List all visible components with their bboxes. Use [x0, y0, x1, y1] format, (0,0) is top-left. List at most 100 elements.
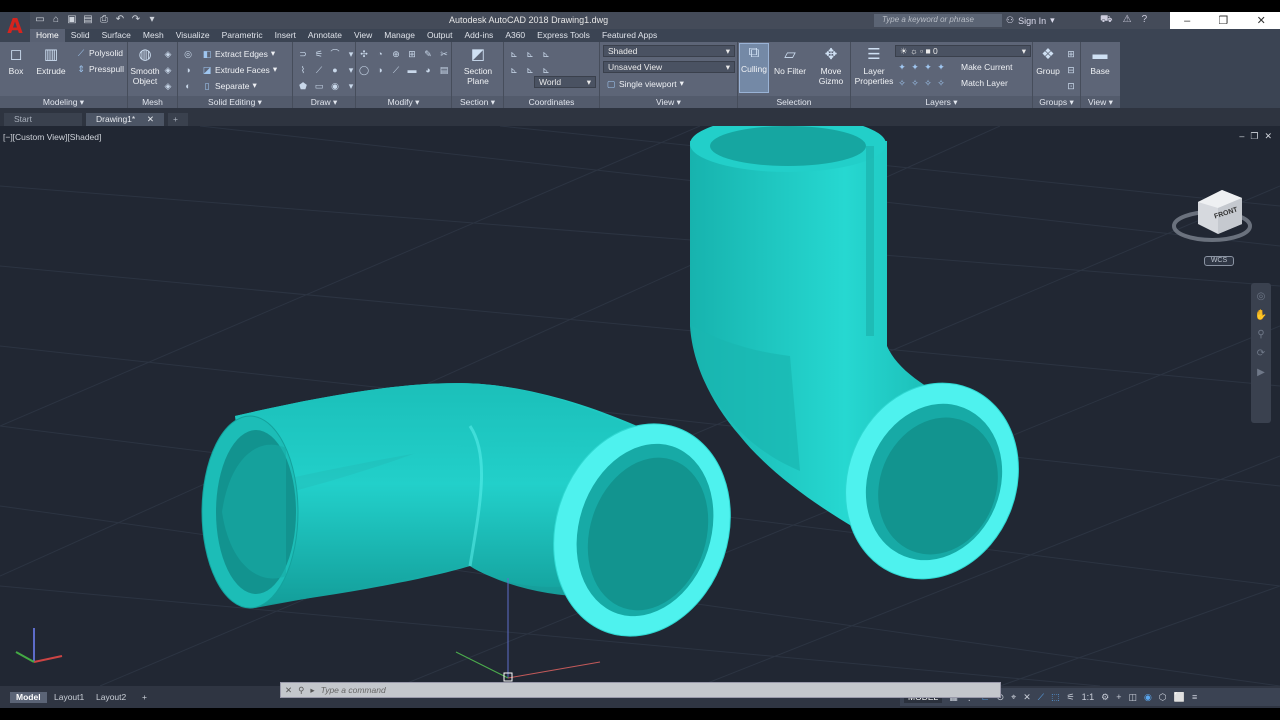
drawing1-tab[interactable]: Drawing1* ✕ [86, 113, 164, 126]
command-line[interactable]: ✕ ⚲ ▸ Type a command [280, 682, 1001, 698]
minimize-icon[interactable]: – [1239, 131, 1244, 142]
modify-tool-icon[interactable]: ✎ [422, 48, 434, 60]
search-input[interactable]: Type a keyword or phrase [874, 14, 1002, 27]
panel-title-selection[interactable]: Selection [738, 96, 850, 108]
ribbon-tab-view[interactable]: View [348, 29, 378, 42]
ribbon-tab-a360[interactable]: A360 [499, 29, 531, 42]
panel-title-mesh[interactable]: Mesh [128, 96, 177, 108]
group-tool-icon[interactable]: ⊞ [1065, 48, 1077, 60]
recent-commands-icon[interactable]: ▸ [310, 685, 314, 696]
print-icon[interactable]: ⎙ [98, 14, 110, 26]
draw-tool-icon[interactable]: ◉ [329, 80, 341, 92]
mesh-tool-icon[interactable]: ◈ [162, 48, 174, 60]
panel-title-groups[interactable]: Groups ▾ [1033, 96, 1080, 108]
move-gizmo-button[interactable]: ✥ Move Gizmo [814, 46, 848, 86]
layer-tool-icon[interactable]: ✦ [923, 62, 933, 72]
modify-tool-icon[interactable]: ⊕ [390, 48, 402, 60]
exchange-icon[interactable]: ⚠ [1123, 14, 1132, 27]
ucs-tool-icon[interactable]: ⊾ [540, 48, 552, 60]
drawing-viewport[interactable]: FRONT [−][Custom View][Shaded] – ❐ ✕ WCS… [0, 126, 1280, 686]
close-icon[interactable]: ✕ [1264, 131, 1272, 142]
save-icon[interactable]: ▣ [66, 14, 78, 26]
isodraft-icon[interactable]: ⌖ [1011, 692, 1016, 703]
redo-icon[interactable]: ↷ [130, 14, 142, 26]
panel-title-section[interactable]: Section ▾ [452, 96, 503, 108]
modify-tool-icon[interactable]: ◔ [374, 48, 386, 60]
ucs-tool-icon[interactable]: ⊾ [508, 48, 520, 60]
modify-tool-icon[interactable]: ⟋ [390, 64, 402, 76]
ribbon-tab-express-tools[interactable]: Express Tools [531, 29, 596, 42]
osnap-icon[interactable]: ✕ [1023, 692, 1031, 703]
ribbon-tab-annotate[interactable]: Annotate [302, 29, 348, 42]
ribbon-tab-featured-apps[interactable]: Featured Apps [596, 29, 663, 42]
close-icon[interactable]: ✕ [285, 685, 292, 696]
extrude-button[interactable]: ▥ Extrude [34, 46, 68, 76]
draw-tool-icon[interactable]: ⚟ [313, 48, 325, 60]
application-menu-button[interactable]: A [0, 12, 30, 40]
fullscreen-icon[interactable]: ⬜ [1174, 692, 1185, 703]
ucs-tool-icon[interactable]: ⊾ [540, 64, 552, 76]
model-space-canvas[interactable] [0, 126, 1280, 686]
visual-style-combo[interactable]: Shaded ▾ [603, 45, 735, 57]
scale-value[interactable]: 1:1 [1082, 692, 1095, 702]
polysolid-button[interactable]: ⟋ Polysolid [76, 48, 123, 58]
mesh-tool-icon[interactable]: ◈ [162, 64, 174, 76]
modify-tool-icon[interactable]: ◕ [422, 64, 434, 76]
make-current-button[interactable]: Make Current [961, 62, 1013, 72]
draw-tool-icon[interactable]: ⟋ [313, 64, 325, 76]
group-button[interactable]: ❖ Group [1035, 46, 1061, 76]
layout2-tab[interactable]: Layout2 [90, 692, 132, 703]
modify-tool-icon[interactable]: ⊞ [406, 48, 418, 60]
ribbon-tab-parametric[interactable]: Parametric [216, 29, 269, 42]
ribbon-tab-home[interactable]: Home [30, 29, 65, 42]
layer-tool-icon[interactable]: ✧ [910, 78, 920, 88]
draw-tool-icon[interactable]: ⌒ [329, 48, 341, 60]
ribbon-tab-solid[interactable]: Solid [65, 29, 96, 42]
command-input[interactable]: Type a command [321, 685, 386, 695]
open-icon[interactable]: ⌂ [50, 14, 62, 26]
match-layer-button[interactable]: Match Layer [961, 78, 1008, 88]
panel-title-draw[interactable]: Draw ▾ [293, 96, 355, 108]
mesh-tool-icon[interactable]: ◈ [162, 80, 174, 92]
layer-tool-icon[interactable]: ✦ [897, 62, 907, 72]
group-tool-icon[interactable]: ⊡ [1065, 80, 1077, 92]
panel-title-modify[interactable]: Modify ▾ [356, 96, 451, 108]
ribbon-tab-surface[interactable]: Surface [96, 29, 137, 42]
box-button[interactable]: ◻ Box [4, 46, 28, 76]
ribbon-tab-add-ins[interactable]: Add-ins [458, 29, 499, 42]
viewcube[interactable] [1172, 190, 1252, 242]
units-icon[interactable]: ◫ [1129, 692, 1138, 703]
separate-button[interactable]: ▯ Separate ▾ [202, 80, 257, 91]
modify-tool-icon[interactable]: ▤ [438, 64, 450, 76]
panel-title-coordinates[interactable]: Coordinates [504, 96, 599, 108]
panel-title-modeling[interactable]: Modeling ▾ [0, 96, 127, 108]
presspull-button[interactable]: ⇕ Presspull [76, 64, 124, 74]
plus-icon[interactable]: + [1116, 692, 1121, 702]
viewport-controls-label[interactable]: [−][Custom View][Shaded] [3, 132, 101, 142]
section-plane-button[interactable]: ◩ Section Plane [460, 46, 496, 86]
restore-icon[interactable]: ❐ [1219, 14, 1229, 27]
showmotion-icon[interactable]: ▶ [1257, 367, 1265, 378]
layer-tool-icon[interactable]: ✧ [923, 78, 933, 88]
model-layout-tab[interactable]: Model [10, 692, 47, 703]
start-tab[interactable]: Start [4, 113, 82, 126]
selection-cycling-icon[interactable]: ⬚ [1051, 692, 1060, 703]
extract-edges-button[interactable]: ◧ Extract Edges ▾ [202, 48, 275, 59]
culling-button[interactable]: ⧉ Culling [739, 43, 769, 93]
intersect-icon[interactable]: ◐ [182, 80, 194, 92]
draw-tool-icon[interactable]: ▭ [313, 80, 325, 92]
ribbon-tab-mesh[interactable]: Mesh [137, 29, 170, 42]
modify-tool-icon[interactable]: ◑ [374, 64, 386, 76]
ucs-tool-icon[interactable]: ⊾ [524, 48, 536, 60]
layout1-tab[interactable]: Layout1 [48, 692, 90, 703]
ribbon-tab-manage[interactable]: Manage [378, 29, 421, 42]
subtract-icon[interactable]: ◑ [182, 64, 194, 76]
customize-icon[interactable]: ⚲ [298, 685, 304, 696]
hardware-accel-icon[interactable]: ◉ [1144, 692, 1152, 703]
steering-wheel-icon[interactable]: ◎ [1257, 291, 1266, 302]
layer-properties-button[interactable]: ☰ Layer Properties [853, 46, 895, 86]
ribbon-tab-output[interactable]: Output [421, 29, 459, 42]
dynamic-ucs-icon[interactable]: ⟋ [1038, 692, 1044, 703]
ucs-tool-icon[interactable]: ⊾ [524, 64, 536, 76]
gear-icon[interactable]: ⚙ [1101, 692, 1109, 703]
